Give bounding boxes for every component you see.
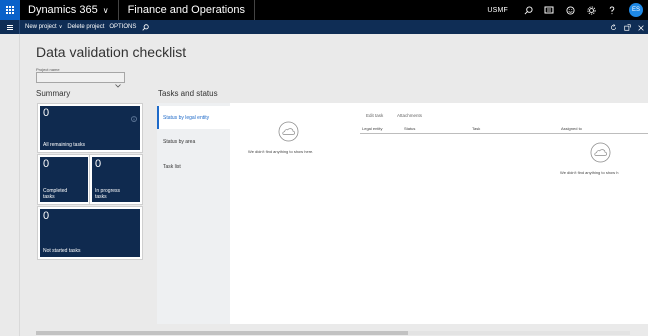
tasks-tab-list: Status by legal entity Status by area Ta… xyxy=(157,103,230,324)
chevron-down-icon: ∨ xyxy=(58,24,63,30)
close-icon[interactable] xyxy=(638,18,644,36)
tab-task-list[interactable]: Task list xyxy=(157,155,230,178)
action-pane-right xyxy=(610,20,644,34)
tile-label-line2: tasks xyxy=(95,194,107,200)
attachments-button[interactable]: Attachments xyxy=(397,113,422,118)
module-name: Finance and Operations xyxy=(119,0,255,20)
action-search-icon[interactable] xyxy=(142,23,150,31)
tile-label: All remaining tasks xyxy=(43,142,85,148)
new-project-label: New project xyxy=(25,24,57,30)
open-in-new-window-icon[interactable] xyxy=(624,18,631,36)
app-name: Dynamics 365 xyxy=(28,4,98,16)
top-navigation-bar: Dynamics 365 ∨ Finance and Operations US… xyxy=(0,0,648,20)
tile-count: 0 xyxy=(43,158,50,170)
tab-status-by-area[interactable]: Status by area xyxy=(157,130,230,153)
info-icon[interactable] xyxy=(131,109,137,127)
tile-label: Not started tasks xyxy=(43,248,81,254)
horizontal-scrollbar[interactable] xyxy=(36,331,630,335)
scrollbar-thumb[interactable] xyxy=(36,331,408,335)
user-avatar[interactable]: ES xyxy=(629,3,643,17)
page-title: Data validation checklist xyxy=(36,44,187,60)
hamburger-menu-icon[interactable] xyxy=(0,20,20,34)
tile-all-remaining-tasks[interactable]: 0 All remaining tasks xyxy=(40,106,140,150)
tile-count: 0 xyxy=(43,210,50,222)
empty-state-cloud-icon xyxy=(278,121,299,147)
help-icon[interactable] xyxy=(604,0,620,20)
top-right-controls: USMF ES xyxy=(487,0,648,20)
column-header-status[interactable]: Status xyxy=(404,126,415,131)
messages-icon[interactable] xyxy=(541,0,557,20)
tile-not-started-tasks[interactable]: 0 Not started tasks xyxy=(40,209,140,257)
column-header-legal-entity[interactable]: Legal entity xyxy=(362,126,382,131)
column-header-assigned-to[interactable]: Assigned to xyxy=(561,126,582,131)
search-icon[interactable] xyxy=(520,0,536,20)
tile-label-line2: tasks xyxy=(43,194,55,200)
empty-state-cloud-icon xyxy=(590,142,611,168)
refresh-icon[interactable] xyxy=(610,18,617,36)
chevron-down-icon: ∨ xyxy=(102,5,109,15)
feedback-smiley-icon[interactable] xyxy=(562,0,578,20)
company-picker[interactable]: USMF xyxy=(487,7,520,14)
tile-completed-tasks[interactable]: 0 Completed tasks xyxy=(40,157,88,202)
chevron-down-icon xyxy=(115,75,121,93)
tile-in-progress-tasks[interactable]: 0 In progress tasks xyxy=(92,157,140,202)
project-name-dropdown[interactable] xyxy=(36,72,125,88)
left-navigation-strip xyxy=(0,34,20,336)
action-pane: New project ∨ Delete project OPTIONS xyxy=(0,20,648,34)
tile-count: 0 xyxy=(43,107,50,119)
empty-state-text: We didn't find anything to show here. xyxy=(248,149,314,154)
tile-count: 0 xyxy=(95,158,102,170)
options-tab[interactable]: OPTIONS xyxy=(109,24,136,30)
tasks-heading: Tasks and status xyxy=(158,89,218,98)
app-launcher-button[interactable] xyxy=(0,0,20,20)
summary-heading: Summary xyxy=(36,89,71,98)
edit-task-button[interactable]: Edit task xyxy=(366,113,383,118)
grid-empty-state-text: We didn't find anything to show h xyxy=(560,170,619,175)
waffle-icon xyxy=(6,6,14,14)
tab-status-by-legal-entity[interactable]: Status by legal entity xyxy=(157,106,230,129)
task-grid-header: Legal entity Status Task Assigned to xyxy=(360,126,648,134)
new-project-button[interactable]: New project ∨ xyxy=(25,24,62,30)
delete-project-button[interactable]: Delete project xyxy=(67,24,104,30)
settings-gear-icon[interactable] xyxy=(583,0,599,20)
column-header-task[interactable]: Task xyxy=(472,126,480,131)
app-switcher[interactable]: Dynamics 365 ∨ xyxy=(20,0,119,20)
